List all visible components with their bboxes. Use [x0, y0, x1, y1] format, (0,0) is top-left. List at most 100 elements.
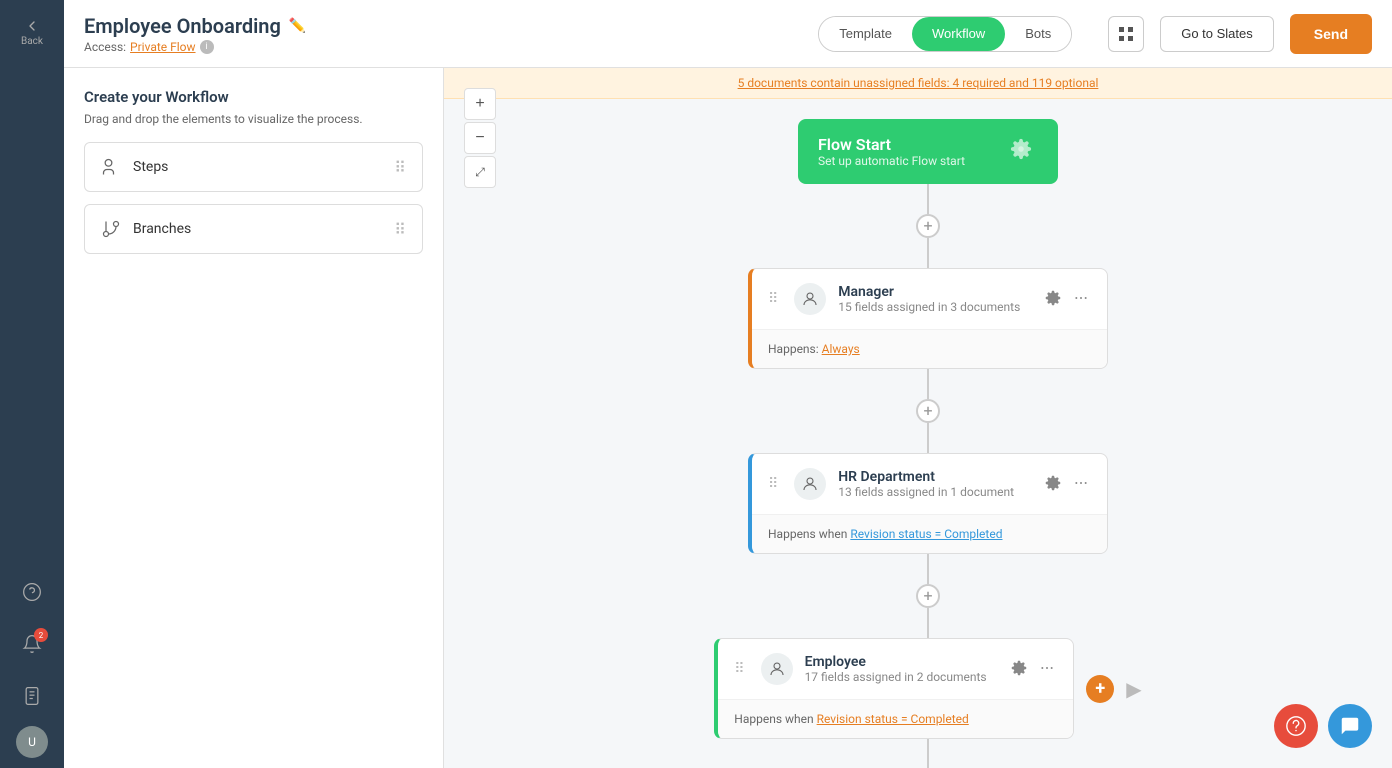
- chat-float-button[interactable]: [1328, 704, 1372, 748]
- workflow-diagram: Flow Start Set up automatic Flow start +: [444, 99, 1392, 768]
- employee-footer: Happens when Revision status = Completed: [718, 699, 1073, 738]
- page-title-text: Employee Onboarding: [84, 14, 281, 38]
- manager-name: Manager: [838, 284, 1031, 300]
- hr-avatar: [794, 468, 826, 500]
- hr-condition-value[interactable]: Revision status = Completed: [850, 527, 1002, 541]
- employee-avatar: [761, 653, 793, 685]
- employee-name: Employee: [805, 654, 998, 670]
- content-area: Create your Workflow Drag and drop the e…: [64, 68, 1392, 768]
- employee-actions: [1009, 658, 1057, 681]
- zoom-in-button[interactable]: +: [464, 88, 496, 120]
- zoom-out-button[interactable]: −: [464, 122, 496, 154]
- back-button[interactable]: Back: [10, 10, 54, 54]
- access-label: Access:: [84, 40, 126, 54]
- send-button[interactable]: Send: [1290, 14, 1372, 54]
- workflow-canvas: 5 documents contain unassigned fields: 4…: [444, 68, 1392, 768]
- step-header-employee: ⠿ Employee 17 fields assigned in 2 docum…: [718, 639, 1073, 699]
- employee-info: Employee 17 fields assigned in 2 documen…: [805, 654, 998, 684]
- page-title-row: Employee Onboarding ✏️: [84, 14, 802, 38]
- hr-name: HR Department: [838, 469, 1031, 485]
- manager-info: Manager 15 fields assigned in 3 document…: [838, 284, 1031, 314]
- employee-drag-handle[interactable]: ⠿: [734, 661, 744, 677]
- tab-template[interactable]: Template: [819, 17, 912, 51]
- zoom-controls: + − ⤢: [464, 88, 496, 188]
- branches-label: Branches: [133, 221, 382, 237]
- flow-start-node: Flow Start Set up automatic Flow start: [798, 119, 1058, 184]
- topbar: Employee Onboarding ✏️ Access: Private F…: [64, 0, 1392, 68]
- step-card-hr: ⠿ HR Department 13 fields assigned in 1 …: [748, 453, 1108, 554]
- manager-more-button[interactable]: [1071, 288, 1091, 311]
- connector-line: [927, 238, 929, 268]
- tab-group: Template Workflow Bots: [818, 16, 1072, 52]
- user-avatar[interactable]: U: [16, 726, 48, 758]
- employee-gear-button[interactable]: [1009, 658, 1029, 681]
- flow-start-gear-icon[interactable]: [1010, 138, 1038, 166]
- hr-condition-label: Happens when: [768, 527, 847, 541]
- add-step-button-3[interactable]: +: [916, 584, 940, 608]
- hr-gear-button[interactable]: [1043, 473, 1063, 496]
- panel-description: Drag and drop the elements to visualize …: [84, 112, 423, 126]
- warning-link[interactable]: 5 documents contain unassigned fields: 4…: [738, 76, 1099, 90]
- steps-item[interactable]: Steps ⠿: [84, 142, 423, 192]
- connector-1: +: [916, 184, 940, 268]
- manager-footer: Happens: Always: [752, 329, 1107, 368]
- help-icon[interactable]: [10, 570, 54, 614]
- hr-drag-handle[interactable]: ⠿: [768, 476, 778, 492]
- manager-condition-label: Happens:: [768, 342, 819, 356]
- panel-heading: Create your Workflow: [84, 88, 423, 106]
- connector-line: [927, 184, 929, 214]
- notification-badge: 2: [34, 628, 48, 642]
- fit-screen-button[interactable]: ⤢: [464, 156, 496, 188]
- step-header-manager: ⠿ Manager 15 fields assigned in 3 docume…: [752, 269, 1107, 329]
- notifications-icon[interactable]: 2: [10, 622, 54, 666]
- employee-side-add-button[interactable]: +: [1086, 675, 1114, 703]
- employee-row: ⠿ Employee 17 fields assigned in 2 docum…: [714, 638, 1141, 739]
- main-area: Employee Onboarding ✏️ Access: Private F…: [64, 0, 1392, 768]
- back-label: Back: [21, 36, 43, 47]
- employee-more-button[interactable]: [1037, 658, 1057, 681]
- go-to-slates-button[interactable]: Go to Slates: [1160, 16, 1274, 52]
- clipboard-icon[interactable]: [10, 674, 54, 718]
- add-step-button-2[interactable]: +: [916, 399, 940, 423]
- manager-gear-button[interactable]: [1043, 288, 1063, 311]
- title-area: Employee Onboarding ✏️ Access: Private F…: [84, 14, 802, 54]
- manager-fields: 15 fields assigned in 3 documents: [838, 300, 1031, 314]
- add-step-button-1[interactable]: +: [916, 214, 940, 238]
- hr-more-button[interactable]: [1071, 473, 1091, 496]
- employee-side-arrow-icon: ▶: [1126, 677, 1141, 701]
- tab-workflow[interactable]: Workflow: [912, 17, 1005, 51]
- sidebar: Back 2 U: [0, 0, 64, 768]
- branches-item[interactable]: Branches ⠿: [84, 204, 423, 254]
- hr-actions: [1043, 473, 1091, 496]
- employee-fields: 17 fields assigned in 2 documents: [805, 670, 998, 684]
- step-card-manager: ⠿ Manager 15 fields assigned in 3 docume…: [748, 268, 1108, 369]
- steps-drag-handle[interactable]: ⠿: [394, 158, 406, 177]
- hr-fields: 13 fields assigned in 1 document: [838, 485, 1031, 499]
- left-panel: Create your Workflow Drag and drop the e…: [64, 68, 444, 768]
- edit-title-icon[interactable]: ✏️: [289, 18, 306, 34]
- connector-3: +: [916, 554, 940, 638]
- steps-label: Steps: [133, 159, 382, 175]
- manager-actions: [1043, 288, 1091, 311]
- tab-bots[interactable]: Bots: [1005, 17, 1071, 51]
- branches-drag-handle[interactable]: ⠿: [394, 220, 406, 239]
- manager-avatar: [794, 283, 826, 315]
- grid-view-button[interactable]: [1108, 16, 1144, 52]
- manager-condition-value[interactable]: Always: [822, 342, 860, 356]
- hr-footer: Happens when Revision status = Completed: [752, 514, 1107, 553]
- info-icon[interactable]: i: [200, 40, 214, 54]
- flow-start-title: Flow Start: [818, 135, 965, 154]
- help-float-button[interactable]: [1274, 704, 1318, 748]
- step-header-hr: ⠿ HR Department 13 fields assigned in 1 …: [752, 454, 1107, 514]
- warning-banner: 5 documents contain unassigned fields: 4…: [444, 68, 1392, 99]
- access-link[interactable]: Private Flow: [130, 40, 195, 54]
- floating-buttons: [1274, 704, 1372, 748]
- hr-info: HR Department 13 fields assigned in 1 do…: [838, 469, 1031, 499]
- employee-condition-value[interactable]: Revision status = Completed: [817, 712, 969, 726]
- connector-4: +: [916, 739, 940, 768]
- step-card-employee: ⠿ Employee 17 fields assigned in 2 docum…: [714, 638, 1074, 739]
- connector-2: +: [916, 369, 940, 453]
- manager-drag-handle[interactable]: ⠿: [768, 291, 778, 307]
- flow-start-subtitle: Set up automatic Flow start: [818, 154, 965, 168]
- employee-condition-label: Happens when: [734, 712, 813, 726]
